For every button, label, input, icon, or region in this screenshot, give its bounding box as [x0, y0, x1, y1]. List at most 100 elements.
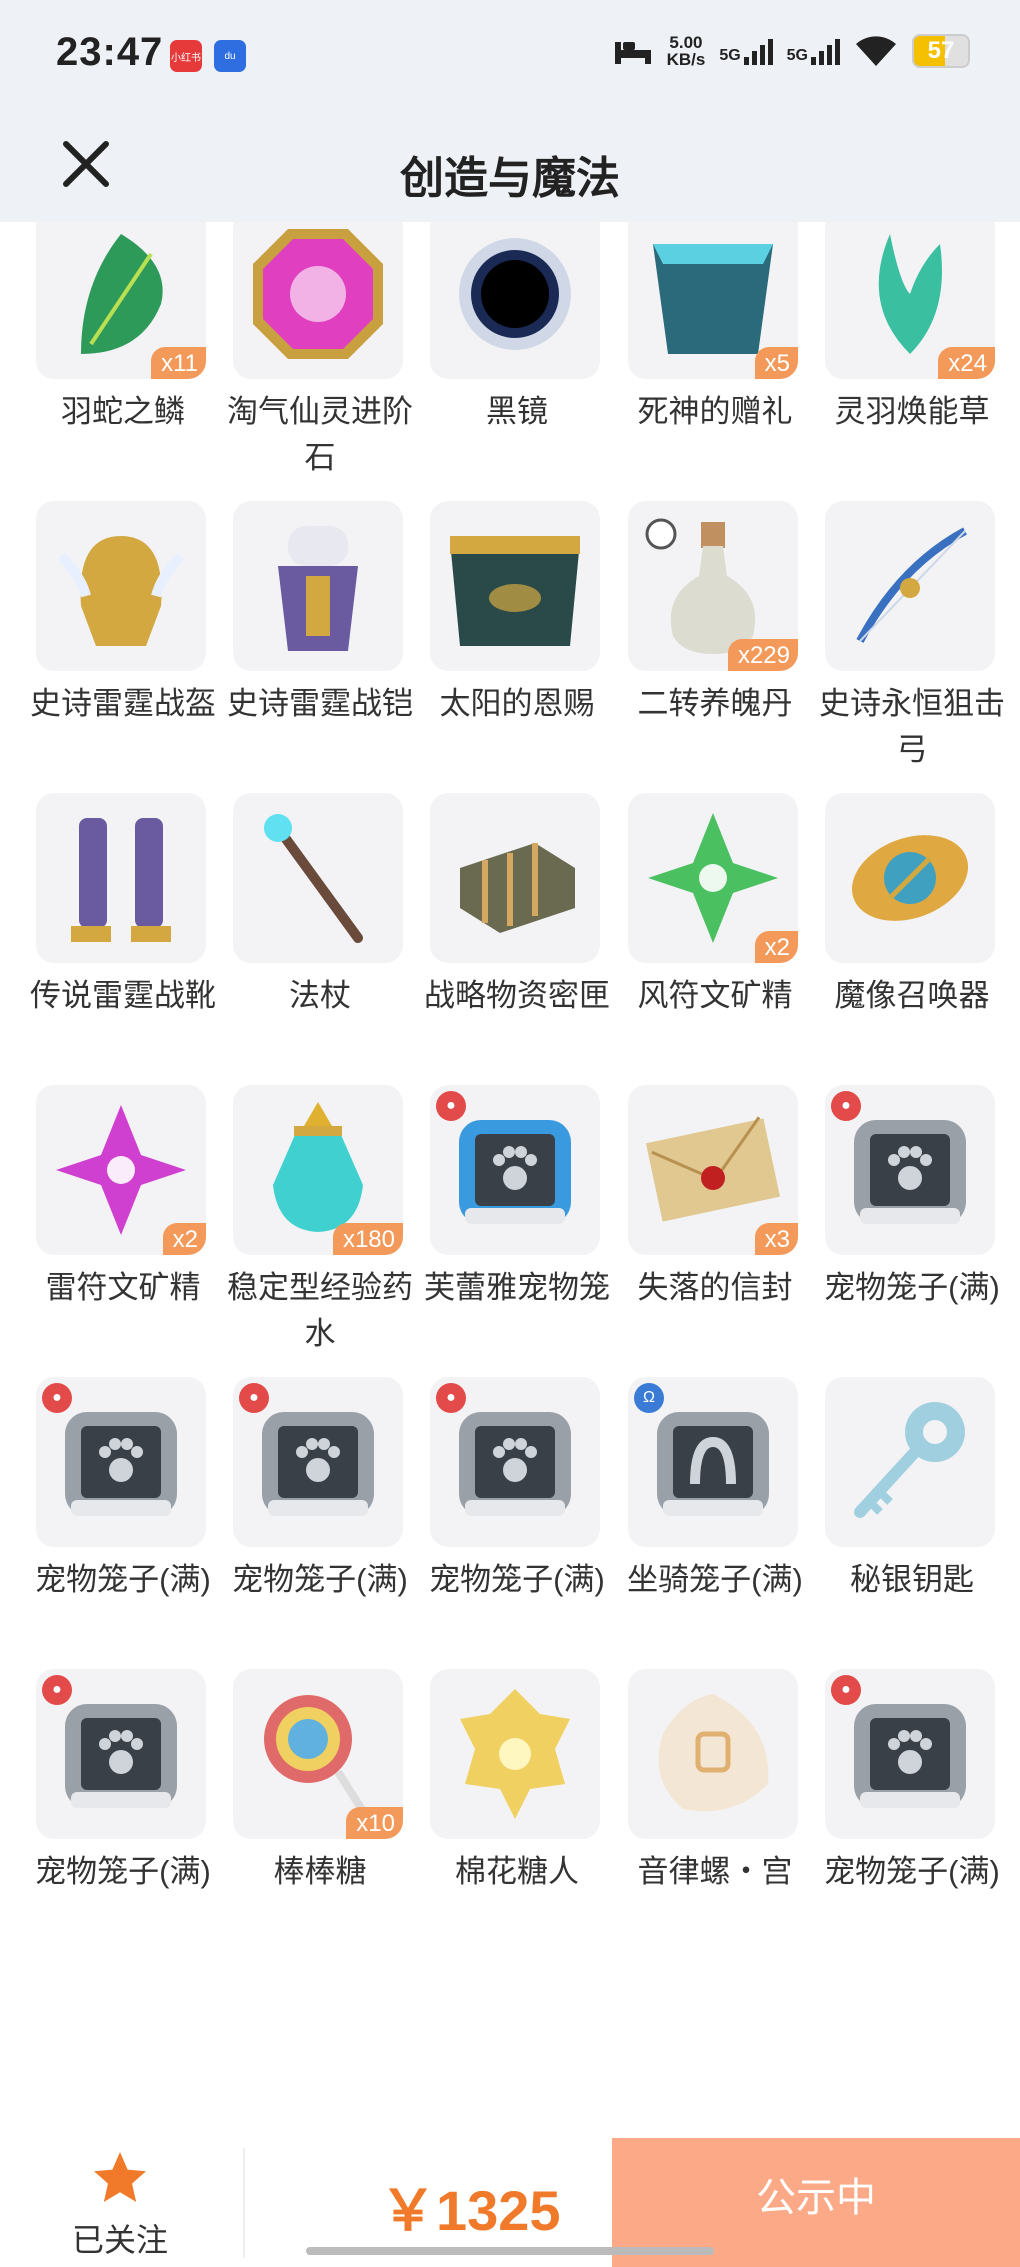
item-card[interactable]: 音律螺・宫: [620, 1669, 818, 1949]
item-card[interactable]: 魔像召唤器: [817, 793, 1015, 1073]
item-card[interactable]: 传说雷霆战靴: [28, 793, 226, 1073]
item-card[interactable]: x10 棒棒糖: [225, 1669, 423, 1949]
crate-icon: [460, 843, 575, 933]
item-count-badge: x2: [754, 931, 798, 963]
crystal-icon: [56, 1105, 186, 1235]
item-card[interactable]: 淘气仙灵进阶石: [225, 222, 423, 489]
bed-icon: [614, 42, 651, 64]
item-count-badge: x229: [727, 639, 798, 671]
star-icon: [94, 2152, 146, 2202]
creature-icon: [460, 1689, 570, 1819]
item-card[interactable]: x11 羽蛇之鳞: [28, 222, 226, 489]
item-thumbnail: [36, 501, 206, 671]
item-card[interactable]: 战略物资密匣: [422, 793, 620, 1073]
item-card[interactable]: ● 宠物笼子(满): [422, 1377, 620, 1657]
item-thumbnail: x2: [36, 1085, 206, 1255]
follow-button[interactable]: 已关注: [60, 2148, 180, 2258]
chest-icon: [450, 536, 580, 646]
item-name: 宠物笼子(满): [35, 1854, 211, 1889]
item-name: 淘气仙灵进阶石: [227, 394, 413, 475]
home-indicator[interactable]: [306, 2247, 714, 2255]
item-thumbnail: ●: [430, 1377, 600, 1547]
item-card[interactable]: ● 宠物笼子(满): [28, 1377, 226, 1657]
item-name: 史诗雷霆战盔: [30, 686, 216, 721]
item-thumbnail: [233, 501, 403, 671]
potion-icon: [273, 1102, 363, 1232]
bottle-icon: [645, 518, 756, 654]
item-card[interactable]: ● 宠物笼子(满): [28, 1669, 226, 1949]
item-name: 坐骑笼子(满): [627, 1562, 803, 1597]
item-card[interactable]: x180 稳定型经验药水: [225, 1085, 423, 1365]
shell-icon: [658, 1694, 769, 1812]
pet-cage-icon: [854, 1704, 966, 1808]
item-name: 宠物笼子(满): [232, 1562, 408, 1597]
helmet-icon: [57, 536, 185, 646]
item-name: 雷符文矿精: [45, 1270, 201, 1305]
boots-icon: [71, 818, 171, 942]
item-thumbnail: [430, 222, 600, 379]
item-card[interactable]: 棉花糖人: [422, 1669, 620, 1949]
item-name: 传说雷霆战靴: [30, 978, 216, 1013]
item-thumbnail: [825, 1377, 995, 1547]
wifi-icon: [856, 36, 896, 66]
armor-icon: [278, 526, 358, 651]
item-card[interactable]: 秘银钥匙: [817, 1377, 1015, 1657]
item-count-badge: x3: [754, 1223, 798, 1255]
item-thumbnail: [430, 793, 600, 963]
paw-badge-icon: ●: [42, 1383, 72, 1413]
item-thumbnail: [36, 793, 206, 963]
grass-icon: [878, 234, 942, 354]
item-card[interactable]: ● 芙蕾雅宠物笼: [422, 1085, 620, 1365]
item-card[interactable]: 法杖: [225, 793, 423, 1073]
box-icon: [653, 244, 773, 354]
pet-cage-icon: [262, 1412, 374, 1516]
item-thumbnail: x229: [628, 501, 798, 671]
item-thumbnail: x11: [36, 222, 206, 379]
item-name: 失落的信封: [637, 1270, 793, 1305]
item-card[interactable]: x3 失落的信封: [620, 1085, 818, 1365]
item-card[interactable]: x229 二转养魄丹: [620, 501, 818, 781]
item-thumbnail: [233, 222, 403, 379]
paw-badge-icon: ●: [42, 1675, 72, 1705]
mount-badge-icon: Ω: [634, 1383, 664, 1413]
silver-key-icon: [854, 1402, 965, 1518]
item-name: 音律螺・宫: [637, 1854, 793, 1889]
item-name: 羽蛇之鳞: [61, 394, 185, 429]
item-card[interactable]: 史诗雷霆战盔: [28, 501, 226, 781]
item-card[interactable]: x2 风符文矿精: [620, 793, 818, 1073]
item-thumbnail: [825, 793, 995, 963]
pet-cage-icon: [459, 1412, 571, 1516]
item-thumbnail: ●: [36, 1669, 206, 1839]
status-bar: 23:47 小红书 du 5.00 KB/s 5G 5G 57: [0, 0, 1020, 112]
item-card[interactable]: Ω 坐骑笼子(满): [620, 1377, 818, 1657]
item-name: 风符文矿精: [637, 978, 793, 1013]
item-card[interactable]: 史诗雷霆战铠: [225, 501, 423, 781]
network-speed: 5.00 KB/s: [666, 33, 706, 69]
item-name: 战略物资密匣: [424, 978, 610, 1013]
envelope-icon: [645, 1116, 781, 1222]
item-thumbnail: [430, 1669, 600, 1839]
item-card[interactable]: 黑镜: [422, 222, 620, 489]
item-count-badge: x11: [151, 347, 206, 379]
paw-badge-icon: ●: [436, 1091, 466, 1121]
price: ￥1325: [380, 2179, 561, 2242]
item-card[interactable]: 史诗永恒狙击弓: [817, 501, 1015, 781]
item-name: 法杖: [289, 978, 351, 1013]
item-card[interactable]: x24 灵羽焕能草: [817, 222, 1015, 489]
item-grid-viewport[interactable]: x7圣殿之钥红星 宠物笼子(满) 宠物笼子(满)家园传送器x11羽蛇之鳞淘气仙灵…: [0, 222, 1020, 2138]
black-mirror-icon: [459, 238, 571, 350]
item-count-badge: x5: [754, 347, 798, 379]
item-card[interactable]: 太阳的恩赐: [422, 501, 620, 781]
item-card[interactable]: ● 宠物笼子(满): [817, 1085, 1015, 1365]
item-name: 二转养魄丹: [637, 686, 793, 721]
item-thumbnail: [233, 793, 403, 963]
item-name: 黑镜: [486, 394, 548, 429]
item-card[interactable]: x5 死神的赠礼: [620, 222, 818, 489]
pet-cage-icon: [854, 1120, 966, 1224]
bow-icon: [856, 527, 967, 643]
item-card[interactable]: x2 雷符文矿精: [28, 1085, 226, 1365]
item-card[interactable]: ● 宠物笼子(满): [225, 1377, 423, 1657]
battery-icon: 57: [912, 34, 970, 68]
scale-icon: [81, 234, 163, 354]
item-card[interactable]: ● 宠物笼子(满): [817, 1669, 1015, 1949]
